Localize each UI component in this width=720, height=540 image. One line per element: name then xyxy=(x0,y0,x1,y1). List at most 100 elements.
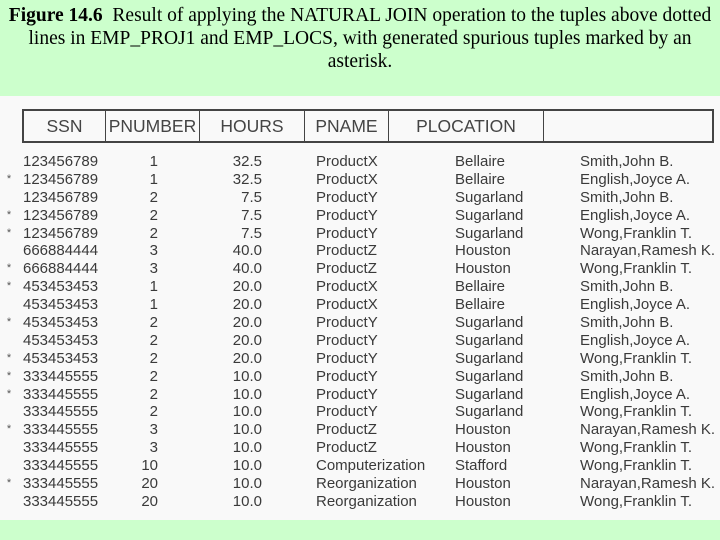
cell-pnumber: 1 xyxy=(149,153,158,170)
cell-pnumber: 3 xyxy=(149,421,158,439)
cell-ename: Narayan,Ramesh K. xyxy=(580,421,716,439)
spurious-marker: * xyxy=(6,369,12,382)
cell-ssn: 123456789 xyxy=(23,188,99,206)
spurious-marker: * xyxy=(6,280,12,293)
cell-pname: ProductY xyxy=(316,385,378,403)
cell-plocation: Houston xyxy=(455,492,511,510)
cell-pnumber: 2 xyxy=(149,314,158,332)
spurious-marker: * xyxy=(6,423,12,436)
cell-hours: 10.0 xyxy=(232,492,262,510)
cell-ename: Wong,Franklin T. xyxy=(580,403,692,421)
cell-pnumber: 2 xyxy=(149,349,158,367)
header-plocation: PLOCATION xyxy=(389,111,544,141)
cell-ename: Smith,John B. xyxy=(580,153,674,170)
cell-ename: English,Joyce A. xyxy=(580,296,691,314)
spurious-marker: * xyxy=(6,387,12,400)
cell-ssn: 333445555 xyxy=(23,367,99,385)
cell-hours: 10.0 xyxy=(232,457,262,475)
cell-plocation: Houston xyxy=(455,260,511,278)
spurious-marker: * xyxy=(6,226,12,239)
cell-hours: 10.0 xyxy=(232,385,262,403)
cell-ssn: 123456789 xyxy=(23,224,99,242)
cell-pnumber: 2 xyxy=(149,224,158,242)
cell-ename: Wong,Franklin T. xyxy=(580,224,692,242)
cell-plocation: Bellaire xyxy=(455,170,506,188)
cell-hours: 10.0 xyxy=(232,403,262,421)
table-row-spurious: * 666884444 3 40.0 ProductZ Houston Wong,Frank… xyxy=(0,260,720,278)
cell-plocation: Sugarland xyxy=(455,367,524,385)
cell-pnumber: 3 xyxy=(149,260,158,278)
table-row-spurious: * 123456789 2 7.5 ProductY Sugarland English,J… xyxy=(0,207,720,225)
header-hours: HOURS xyxy=(200,111,305,141)
cell-pname: Computerization xyxy=(316,457,426,475)
cell-pnumber: 2 xyxy=(149,206,158,224)
cell-ename: Narayan,Ramesh K. xyxy=(580,242,716,260)
cell-ssn: 453453453 xyxy=(23,278,99,296)
cell-plocation: Sugarland xyxy=(455,188,524,206)
table-row-spurious: * 333445555 2 10.0 ProductY Sugarland English,… xyxy=(0,386,720,404)
cell-pname: ProductX xyxy=(316,153,378,170)
cell-plocation: Sugarland xyxy=(455,385,524,403)
table-row: 453453453 1 20.0 ProductX Bellaire English,Jo… xyxy=(0,296,720,314)
cell-pnumber: 2 xyxy=(149,188,158,206)
cell-ssn: 333445555 xyxy=(23,403,99,421)
table-body: 123456789 1 32.5 ProductX Bellaire Smith,John… xyxy=(0,153,720,511)
table-header: SSN PNUMBER HOURS PNAME PLOCATION xyxy=(22,109,714,143)
cell-plocation: Sugarland xyxy=(455,224,524,242)
cell-ename: Narayan,Ramesh K. xyxy=(580,475,716,493)
cell-plocation: Bellaire xyxy=(455,153,506,170)
cell-hours: 20.0 xyxy=(232,314,262,332)
cell-pname: ProductX xyxy=(316,170,378,188)
cell-plocation: Sugarland xyxy=(455,314,524,332)
cell-hours: 10.0 xyxy=(232,475,262,493)
cell-plocation: Sugarland xyxy=(455,206,524,224)
cell-ssn: 123456789 xyxy=(23,170,99,188)
cell-ename: English,Joyce A. xyxy=(580,170,691,188)
cell-pname: ProductZ xyxy=(316,421,377,439)
cell-pnumber: 20 xyxy=(141,492,158,510)
spurious-marker: * xyxy=(6,351,12,364)
cell-pnumber: 1 xyxy=(149,170,158,188)
cell-hours: 7.5 xyxy=(241,188,262,206)
cell-hours: 32.5 xyxy=(232,170,262,188)
cell-pname: ProductY xyxy=(316,367,378,385)
cell-hours: 20.0 xyxy=(232,278,262,296)
table-panel: SSN PNUMBER HOURS PNAME PLOCATION 123456… xyxy=(0,96,720,520)
table-row-spurious: * 453453453 2 20.0 ProductY Sugarland Wong,Fra… xyxy=(0,350,720,368)
cell-hours: 20.0 xyxy=(232,349,262,367)
cell-pnumber: 1 xyxy=(149,296,158,314)
cell-ename: English,Joyce A. xyxy=(580,385,691,403)
cell-pnumber: 1 xyxy=(149,278,158,296)
cell-hours: 10.0 xyxy=(232,367,262,385)
cell-ename: Smith,John B. xyxy=(580,367,674,385)
cell-plocation: Houston xyxy=(455,421,511,439)
cell-ssn: 333445555 xyxy=(23,457,99,475)
cell-ssn: 453453453 xyxy=(23,331,99,349)
cell-ssn: 333445555 xyxy=(23,439,99,457)
table-row: 333445555 3 10.0 ProductZ Houston Wong,Frankl… xyxy=(0,439,720,457)
cell-pnumber: 2 xyxy=(149,385,158,403)
cell-plocation: Bellaire xyxy=(455,278,506,296)
table-row-spurious: * 333445555 2 10.0 ProductY Sugarland Smith,Jo… xyxy=(0,368,720,386)
cell-ssn: 123456789 xyxy=(23,206,99,224)
spurious-marker: * xyxy=(6,477,12,490)
cell-pname: ProductZ xyxy=(316,260,377,278)
cell-plocation: Houston xyxy=(455,242,511,260)
cell-ssn: 453453453 xyxy=(23,296,99,314)
cell-ssn: 333445555 xyxy=(23,492,99,510)
cell-ename: Wong,Franklin T. xyxy=(580,492,692,510)
cell-pname: ProductY xyxy=(316,331,378,349)
table-row-spurious: * 333445555 3 10.0 ProductZ Houston Narayan,Ra… xyxy=(0,421,720,439)
cell-hours: 7.5 xyxy=(241,206,262,224)
cell-ssn: 333445555 xyxy=(23,421,99,439)
figure-label: Figure 14.6 xyxy=(8,5,103,26)
cell-hours: 10.0 xyxy=(232,421,262,439)
table-row-spurious: * 333445555 20 10.0 Reorganization Houston Nar… xyxy=(0,475,720,493)
cell-hours: 20.0 xyxy=(232,296,262,314)
table-row: 333445555 10 10.0 Computerization Stafford Wo… xyxy=(0,457,720,475)
header-ename xyxy=(544,111,712,141)
cell-ename: Wong,Franklin T. xyxy=(580,439,692,457)
cell-pname: ProductZ xyxy=(316,439,377,457)
cell-hours: 10.0 xyxy=(232,439,262,457)
spurious-marker: * xyxy=(6,208,12,221)
